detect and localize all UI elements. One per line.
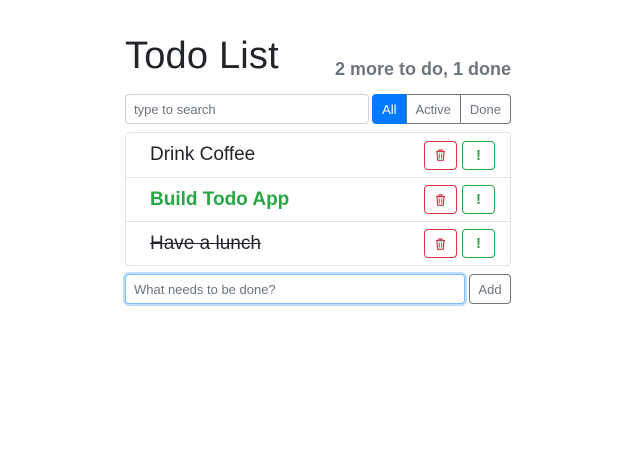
- mark-important-button[interactable]: !: [462, 229, 495, 258]
- mark-important-button[interactable]: !: [462, 140, 495, 170]
- todo-item-label[interactable]: Drink Coffee: [150, 144, 424, 166]
- todo-item: Drink Coffee !: [126, 133, 510, 177]
- trash-icon: [436, 193, 445, 206]
- todo-item-actions: !: [424, 140, 495, 170]
- filter-done-button[interactable]: Done: [459, 94, 511, 124]
- exclamation-icon: !: [476, 191, 481, 208]
- exclamation-icon: !: [476, 146, 481, 164]
- add-button[interactable]: Add: [469, 274, 511, 304]
- search-input[interactable]: [125, 94, 370, 124]
- todo-item: Have a lunch !: [126, 221, 510, 265]
- trash-icon: [436, 149, 445, 161]
- status-filter-group: All Active Done: [372, 94, 511, 124]
- filter-active-button[interactable]: Active: [405, 94, 461, 124]
- exclamation-icon: !: [476, 235, 481, 252]
- add-todo-form: Add: [125, 274, 511, 304]
- page-title: Todo List: [125, 35, 279, 77]
- todo-count-status: 2 more to do, 1 done: [334, 59, 511, 79]
- filter-all-button[interactable]: All: [372, 94, 407, 124]
- todo-item-label[interactable]: Build Todo App: [150, 189, 424, 211]
- delete-button[interactable]: [424, 185, 457, 214]
- delete-button[interactable]: [424, 229, 457, 258]
- app-header: Todo List 2 more to do, 1 done: [125, 30, 511, 82]
- todo-list: Drink Coffee ! Build Todo App ! Have a l…: [125, 132, 511, 266]
- mark-important-button[interactable]: !: [462, 185, 495, 214]
- todo-item-label[interactable]: Have a lunch: [150, 233, 424, 255]
- todo-item-actions: !: [424, 185, 495, 214]
- new-todo-input[interactable]: [125, 274, 465, 304]
- todo-item-actions: !: [424, 229, 495, 258]
- todo-app: Todo List 2 more to do, 1 done All Activ…: [125, 30, 511, 304]
- trash-icon: [436, 237, 445, 250]
- todo-item: Build Todo App !: [126, 177, 510, 221]
- delete-button[interactable]: [424, 140, 457, 170]
- search-toolbar: All Active Done: [125, 94, 511, 124]
